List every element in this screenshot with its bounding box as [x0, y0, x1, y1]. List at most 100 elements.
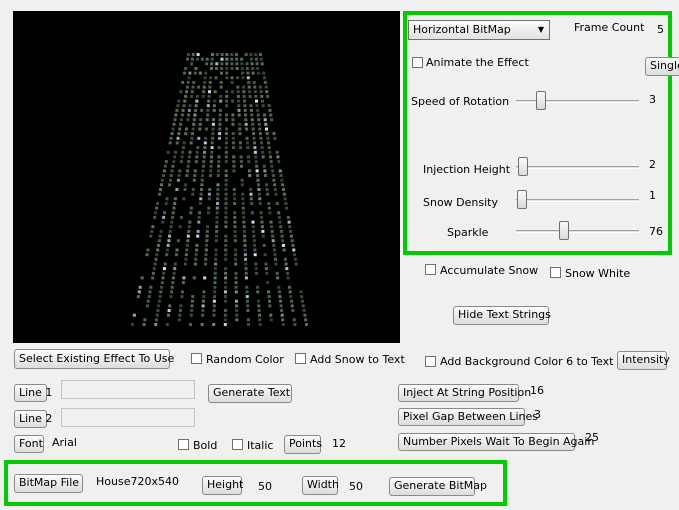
add-snow-to-text-checkbox[interactable] — [295, 353, 306, 364]
frame-count-label: Frame Count — [574, 21, 645, 34]
pixel-dot — [224, 183, 228, 187]
slider-thumb[interactable] — [558, 221, 569, 240]
pixel-dot — [299, 290, 303, 294]
generate-bitmap-button[interactable]: Generate BitMap — [389, 477, 487, 496]
pixel-dot — [168, 229, 172, 233]
snow-white-checkbox[interactable] — [550, 267, 561, 278]
number-pixels-wait-button[interactable]: Number Pixels Wait To Begin Again — [398, 433, 594, 451]
pixel-dot — [207, 192, 211, 196]
pixel-dot — [198, 211, 202, 215]
bold-checkbox[interactable] — [178, 439, 189, 450]
pixel-dot — [176, 136, 180, 140]
pixel-dot — [256, 108, 260, 112]
height-button[interactable]: Height — [202, 476, 243, 495]
bitmap-file-button[interactable]: BitMap File — [14, 474, 83, 493]
pixel-dot — [244, 122, 248, 126]
add-background-color-checkbox[interactable] — [425, 356, 436, 367]
pixel-dot — [248, 174, 252, 177]
pixel-dot — [178, 127, 182, 131]
line1-input[interactable] — [61, 380, 195, 399]
pixel-dot — [273, 183, 277, 187]
pixel-dot — [264, 267, 268, 271]
pixel-dot — [224, 174, 228, 177]
pixel-dot — [212, 108, 216, 112]
generate-text-button[interactable]: Generate Text — [208, 384, 292, 403]
pixel-dot — [244, 113, 247, 117]
pixel-dot — [234, 257, 238, 261]
intensity-button[interactable]: Intensity — [617, 351, 670, 370]
pixel-dot — [220, 57, 224, 61]
pixel-dot — [261, 229, 265, 233]
effect-type-dropdown[interactable]: Horizontal BitMap ▼ — [408, 20, 550, 40]
pixel-dot — [224, 243, 228, 247]
pixel-dot — [281, 183, 285, 187]
pixel-dot — [260, 225, 264, 229]
pixel-dot — [187, 229, 191, 233]
pixel-dot — [258, 197, 262, 201]
pixel-dot — [275, 202, 279, 205]
italic-checkbox[interactable] — [232, 439, 243, 450]
single-button[interactable]: Single — [645, 57, 679, 76]
pixel-dot — [247, 169, 251, 173]
pixel-dot — [253, 248, 257, 252]
slider-thumb[interactable] — [536, 91, 547, 110]
pixel-dot — [253, 146, 257, 150]
injection-height-value: 2 — [649, 158, 656, 171]
pixel-dot — [179, 90, 183, 94]
speed-of-rotation-slider[interactable] — [516, 100, 639, 103]
pixel-dot — [204, 71, 208, 75]
animate-effect-checkbox[interactable] — [412, 57, 423, 68]
points-button[interactable]: Points — [284, 435, 322, 454]
pixel-dot — [280, 309, 284, 312]
pixel-dot — [285, 206, 289, 210]
pixel-dot — [246, 304, 250, 308]
line2-button[interactable]: Line 2 — [14, 410, 52, 428]
snow-density-slider[interactable] — [516, 199, 639, 202]
pixel-dot — [224, 281, 227, 285]
line2-input[interactable] — [61, 408, 195, 427]
width-button[interactable]: Width — [302, 476, 339, 495]
slider-thumb[interactable] — [518, 157, 529, 176]
slider-thumb[interactable] — [517, 190, 528, 209]
accumulate-snow-checkbox[interactable] — [425, 264, 436, 275]
pixel-dot — [197, 215, 201, 219]
pixel-dot — [218, 127, 222, 131]
pixel-dot — [269, 313, 273, 317]
pixel-dot — [233, 234, 237, 238]
pixel-dot — [136, 295, 140, 299]
pixel-dot — [202, 85, 206, 89]
sparkle-slider[interactable] — [516, 230, 639, 233]
pixel-dot — [193, 113, 197, 117]
pixel-dot — [202, 160, 206, 164]
pixel-dot — [182, 197, 186, 201]
pixel-dot — [240, 57, 244, 61]
pixel-dot — [293, 253, 297, 257]
pixel-dot — [171, 281, 175, 285]
pixel-dot — [279, 299, 282, 303]
random-color-checkbox[interactable] — [191, 353, 202, 364]
select-existing-effect-button[interactable]: Select Existing Effect To Use — [14, 349, 174, 369]
hide-text-strings-button[interactable]: Hide Text Strings — [453, 306, 551, 325]
line1-button[interactable]: Line 1 — [14, 384, 52, 402]
pixel-dot — [246, 155, 250, 159]
pixel-dot — [181, 80, 185, 84]
pixel-dot — [281, 243, 285, 247]
pixel-dot — [273, 188, 277, 191]
pixel-dot — [277, 160, 281, 164]
pixel-dot — [269, 113, 273, 117]
inject-at-string-position-button[interactable]: Inject At String Position — [398, 384, 531, 402]
pixel-dot — [218, 113, 222, 117]
pixel-dot — [173, 262, 177, 266]
injection-height-slider[interactable] — [516, 166, 639, 169]
font-button[interactable]: Font — [14, 435, 44, 453]
pixel-dot — [255, 271, 258, 275]
pixel-gap-between-lines-button[interactable]: Pixel Gap Between Lines — [398, 408, 538, 426]
pixel-dot — [161, 220, 165, 224]
pixel-dot — [217, 169, 220, 173]
pixel-dot — [260, 94, 264, 98]
pixel-dot — [179, 122, 183, 126]
pixel-dot — [186, 118, 190, 122]
pixel-dot — [185, 90, 188, 94]
pixel-dot — [185, 243, 189, 247]
pixel-dot — [204, 248, 208, 252]
